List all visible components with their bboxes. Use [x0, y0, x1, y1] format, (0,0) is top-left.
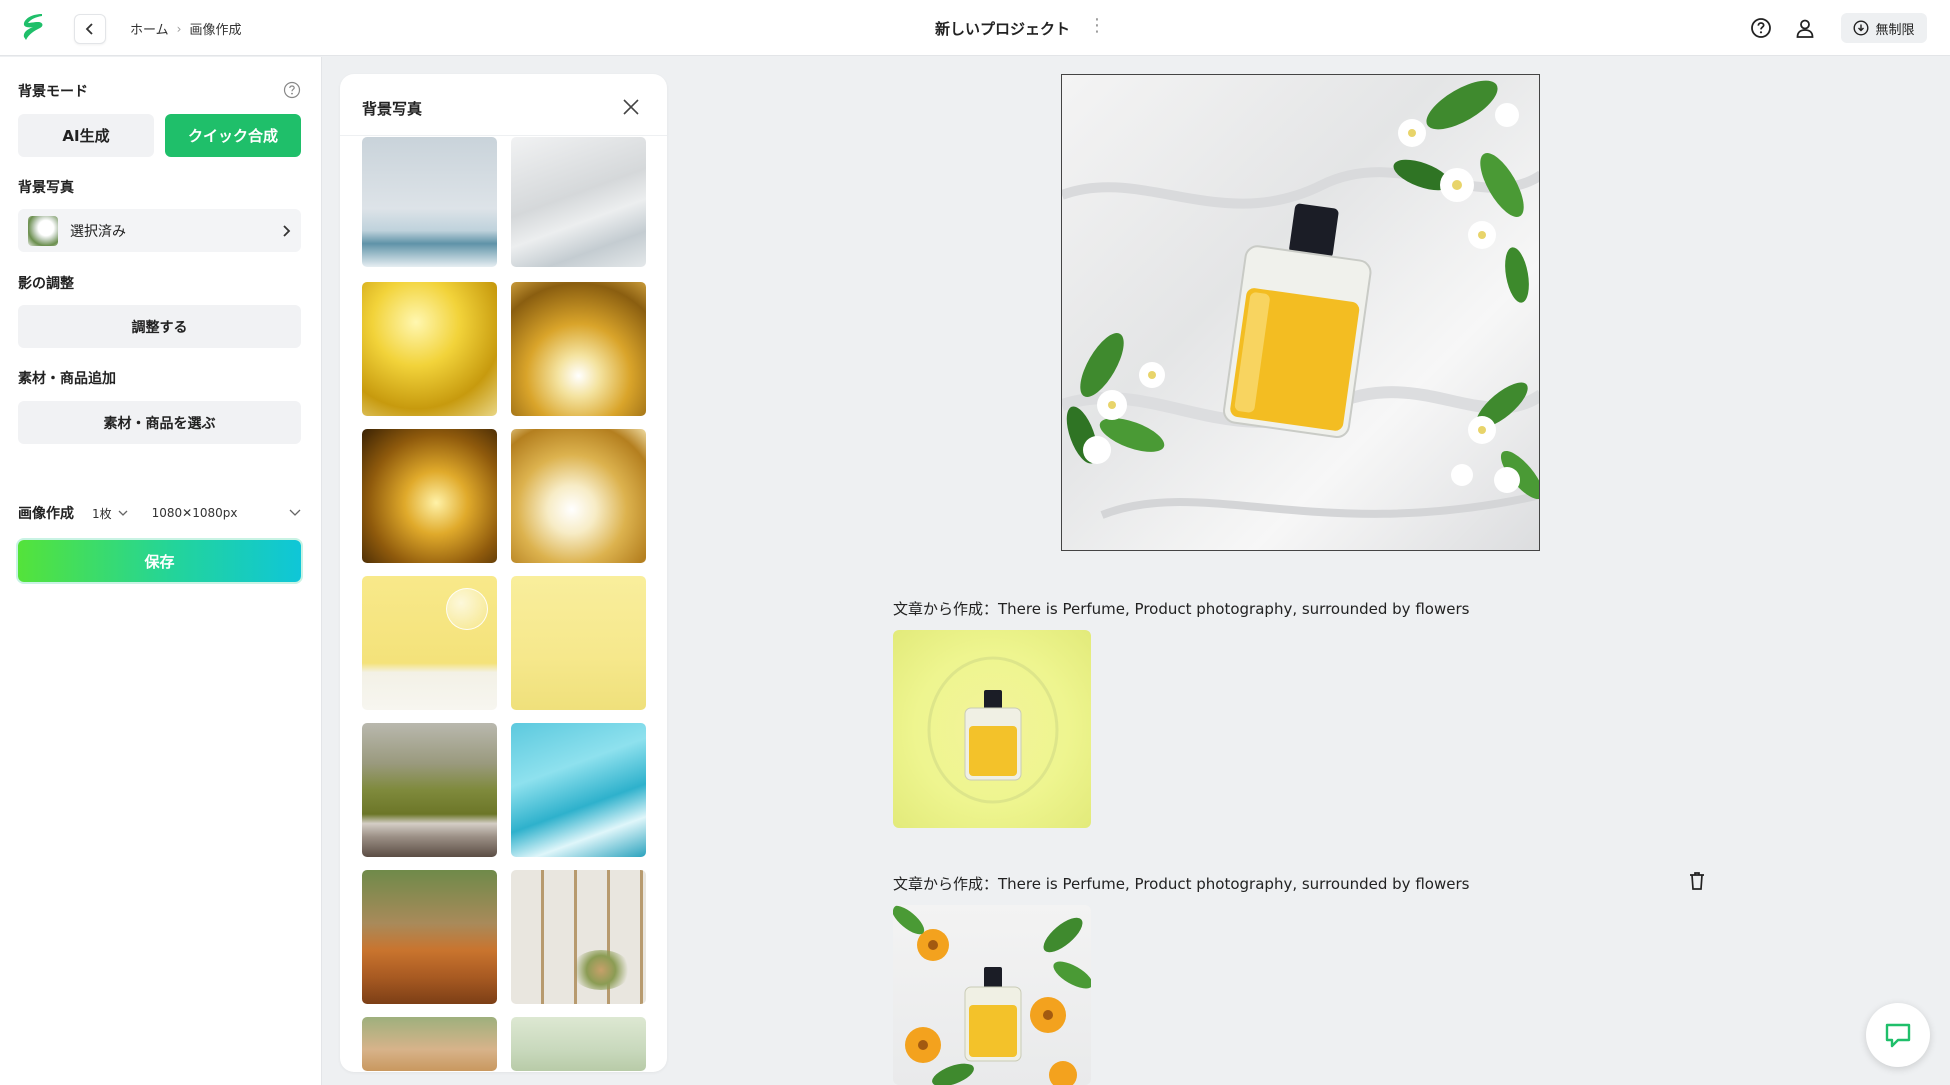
generate-label: 画像作成: [18, 506, 74, 522]
perfume-flowers-illustration: [893, 905, 1091, 1085]
bg-photo-selector[interactable]: 選択済み: [18, 209, 301, 252]
breadcrumb-home[interactable]: ホーム: [130, 19, 169, 38]
bubble-shape: [446, 588, 488, 630]
help-button[interactable]: [1748, 15, 1774, 41]
size-value: 1080✕1080px: [151, 506, 238, 520]
save-button[interactable]: 保存: [18, 540, 301, 582]
close-icon[interactable]: [622, 98, 640, 116]
help-circle-icon: [1751, 18, 1771, 38]
generate-options: 画像作成 1枚 1080✕1080px: [18, 503, 301, 523]
account-button[interactable]: [1792, 15, 1818, 41]
bg-mode-label: 背景モード: [18, 84, 88, 100]
bg-tile-golden-feather[interactable]: [362, 429, 497, 563]
bg-tile-concrete-water[interactable]: [362, 137, 497, 267]
mode-quick-button[interactable]: クイック合成: [165, 114, 301, 157]
bg-tile-golden-daisies-closeup[interactable]: [511, 429, 646, 563]
help-circle-icon[interactable]: [283, 81, 301, 99]
chevron-left-icon: [85, 23, 93, 35]
plan-label: 無制限: [1875, 22, 1915, 38]
back-button[interactable]: [74, 14, 106, 44]
bg-tile-rice-field-wood[interactable]: [362, 723, 497, 857]
breadcrumb: ホーム › 画像作成: [130, 19, 242, 39]
project-title[interactable]: 新しいプロジェクト: [935, 18, 1070, 39]
shadow-adjust-button[interactable]: 調整する: [18, 305, 301, 348]
trash-icon[interactable]: [1686, 870, 1708, 892]
more-options-icon[interactable]: ⋮: [1088, 16, 1106, 36]
count-select[interactable]: 1枚: [92, 505, 128, 522]
material-select-button[interactable]: 素材・商品を選ぶ: [18, 401, 301, 444]
chevron-down-icon[interactable]: [289, 509, 301, 517]
bg-selected-label: 選択済み: [70, 223, 126, 240]
bg-photo-picker: 背景写真: [340, 74, 667, 1072]
chat-icon: [1885, 1023, 1911, 1048]
bg-photo-thumbnail: [28, 215, 58, 246]
perfume-scene-illustration: [1062, 80, 1539, 519]
picker-title: 背景写真: [362, 100, 423, 118]
bg-photo-label: 背景写真: [18, 180, 74, 196]
picker-header: 背景写真: [340, 74, 667, 136]
perfume-yellow-illustration: [927, 656, 1059, 804]
breadcrumb-separator-icon: ›: [176, 21, 182, 36]
top-header: ホーム › 画像作成 新しいプロジェクト ⋮ 無制限: [0, 0, 1950, 56]
result-caption: 文章から作成：There is Perfume, Product photogr…: [893, 600, 1470, 618]
user-icon: [1796, 19, 1814, 38]
bg-tile-white-tile-window[interactable]: [511, 870, 646, 1004]
bg-tile-golden-flowers[interactable]: [362, 282, 497, 416]
count-value: 1枚: [92, 506, 112, 521]
main-preview-image[interactable]: [1061, 74, 1540, 551]
size-select[interactable]: 1080✕1080px: [152, 506, 238, 520]
settings-sidebar: 背景モード AI生成 クイック合成 背景写真 選択済み 影の調整 調整する 素材…: [0, 57, 322, 1085]
chevron-right-icon: [283, 224, 291, 237]
bg-tile-wood-table-garden[interactable]: [362, 870, 497, 1004]
mode-ai-button[interactable]: AI生成: [18, 114, 154, 157]
plan-button[interactable]: 無制限: [1841, 13, 1927, 43]
bg-tile-mint-tile[interactable]: [511, 1017, 646, 1071]
bg-tile-white-wall-water[interactable]: [511, 137, 646, 267]
brand-logo-icon[interactable]: [20, 12, 46, 42]
result-thumbnail[interactable]: [893, 630, 1091, 828]
bg-tile-golden-daisies[interactable]: [511, 282, 646, 416]
material-label: 素材・商品追加: [18, 371, 116, 387]
bg-tile-yellow-bubble[interactable]: [362, 576, 497, 710]
bg-tile-turquoise-light[interactable]: [511, 723, 646, 857]
chevron-down-icon: [118, 510, 128, 516]
fruit-bowl-shape: [571, 950, 631, 990]
bg-tile-yellow-plain[interactable]: [511, 576, 646, 710]
breadcrumb-current: 画像作成: [189, 23, 242, 38]
download-circle-icon: [1853, 20, 1869, 36]
result-caption: 文章から作成：There is Perfume, Product photogr…: [893, 875, 1470, 893]
chat-button[interactable]: [1866, 1003, 1930, 1067]
result-thumbnail[interactable]: [893, 905, 1091, 1085]
bg-tile-plants[interactable]: [362, 1017, 497, 1071]
shadow-label: 影の調整: [18, 276, 74, 292]
